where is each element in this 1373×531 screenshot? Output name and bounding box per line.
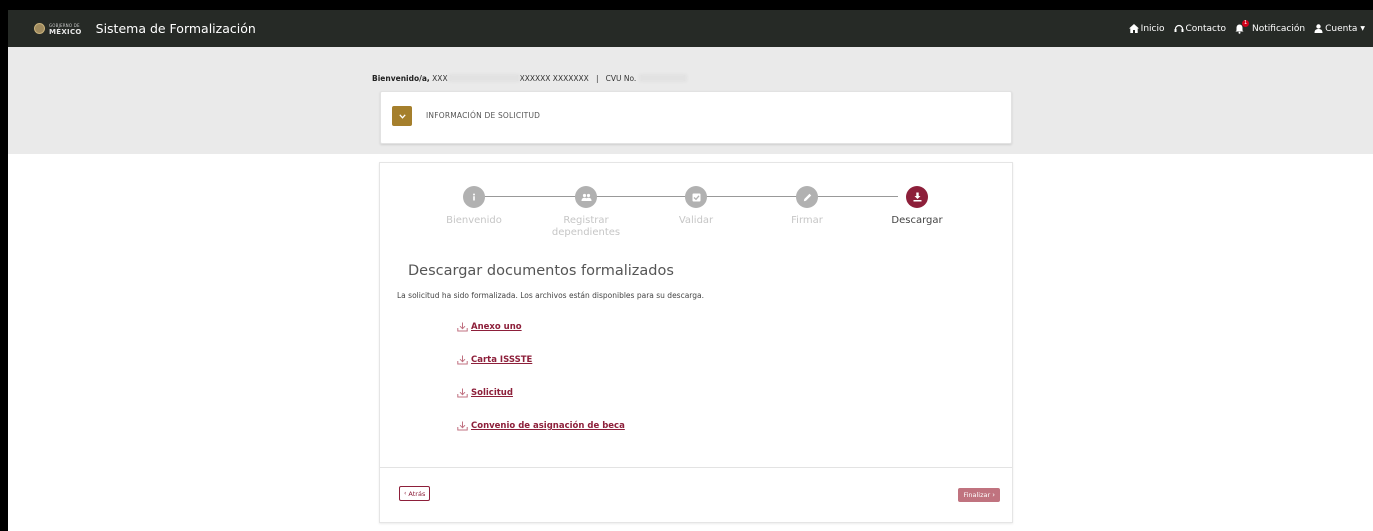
cvu-label: CVU No. [605,74,637,83]
nav-home-link[interactable]: Inicio [1128,23,1165,34]
download-icon [457,421,468,431]
download-icon [457,322,468,332]
nav-contact-label: Contacto [1185,23,1227,34]
app-title[interactable]: Sistema de Formalización [96,21,256,36]
nav-notifications-label: Notificación [1252,23,1306,34]
step-circle-active [906,186,928,208]
notification-badge: 1 [1242,19,1250,27]
nav-contact-link[interactable]: Contacto [1174,23,1227,34]
step-circle [463,186,485,208]
chevron-right-icon: › [992,491,995,499]
user-name-prefix: XXX [432,74,448,83]
nav-home-label: Inicio [1140,23,1165,34]
welcome-separator: | [595,74,599,83]
step-descargar: Descargar [867,186,967,227]
top-navbar: GOBIERNO DE MÉXICO Sistema de Formalizac… [8,10,1373,47]
step-label: Bienvenido [446,215,502,226]
info-panel-title[interactable]: INFORMACIÓN DE SOLICITUD [426,111,540,120]
step-circle [796,186,818,208]
redacted-cvu [638,74,687,82]
step-label: Registrar dependientes [551,215,621,238]
caret-down-icon: ▼ [1360,25,1365,32]
chevron-down-icon [398,113,406,119]
finish-button[interactable]: Finalizar › [958,488,1000,502]
download-link-label: Convenio de asignación de beca [471,421,625,431]
wizard-card: Bienvenido Registrar dependientes Valida… [379,162,1013,523]
users-icon [581,193,591,201]
step-bienvenido: Bienvenido [424,186,524,227]
download-link-label: Anexo uno [471,322,522,332]
download-link-solicitud[interactable]: Solicitud [457,388,513,398]
step-registrar-dependientes: Registrar dependientes [536,186,636,239]
home-icon [1128,24,1139,33]
top-nav-links: Inicio Contacto 1 Notificación Cuenta ▼ [1120,10,1365,47]
download-link-anexo-uno[interactable]: Anexo uno [457,322,522,332]
headset-icon [1174,24,1183,32]
nav-account-dropdown[interactable]: Cuenta ▼ [1314,24,1365,34]
footer-divider [380,467,1012,468]
download-icon [457,355,468,365]
seal-icon [34,23,45,34]
download-link-label: Carta ISSSTE [471,355,533,365]
download-link-carta-issste[interactable]: Carta ISSSTE [457,355,532,365]
user-name: XXXXXX XXXXXXX [519,74,589,83]
info-icon [473,193,475,201]
finish-button-label: Finalizar [963,491,991,499]
step-validar: Validar [646,186,746,227]
download-link-label: Solicitud [471,388,513,398]
step-firmar: Firmar [757,186,857,227]
section-description: La solicitud ha sido formalizada. Los ar… [397,291,704,300]
download-link-convenio[interactable]: Convenio de asignación de beca [457,421,625,431]
step-label: Descargar [891,215,943,226]
browser-viewport: GOBIERNO DE MÉXICO Sistema de Formalizac… [8,10,1373,531]
download-icon [457,388,468,398]
redacted-name [447,74,520,82]
nav-notifications-link[interactable]: 1 Notificación [1235,19,1306,34]
chevron-left-icon: ‹ [404,490,407,497]
solicitud-info-panel: INFORMACIÓN DE SOLICITUD [380,91,1012,144]
back-button[interactable]: ‹ Atrás [399,486,431,501]
welcome-line: Bienvenido/a, XXX XXXXXX XXXXXXX | CVU No… [372,74,687,83]
gobierno-mexico-logo[interactable]: GOBIERNO DE MÉXICO [34,23,82,35]
logo-line2: MÉXICO [49,27,82,36]
nav-account-label: Cuenta [1325,23,1358,34]
check-square-icon [692,193,700,201]
expand-info-button[interactable] [392,106,412,126]
step-circle [685,186,707,208]
download-icon [913,192,921,202]
pencil-icon [803,193,811,201]
step-label: Validar [678,215,714,226]
progress-stepper: Bienvenido Registrar dependientes Valida… [380,163,1012,253]
user-icon [1314,24,1323,33]
section-title: Descargar documentos formalizados [408,263,674,279]
welcome-label: Bienvenido/a, [372,74,430,83]
step-label: Firmar [791,215,823,226]
step-circle [575,186,597,208]
back-button-label: Atrás [408,489,426,498]
